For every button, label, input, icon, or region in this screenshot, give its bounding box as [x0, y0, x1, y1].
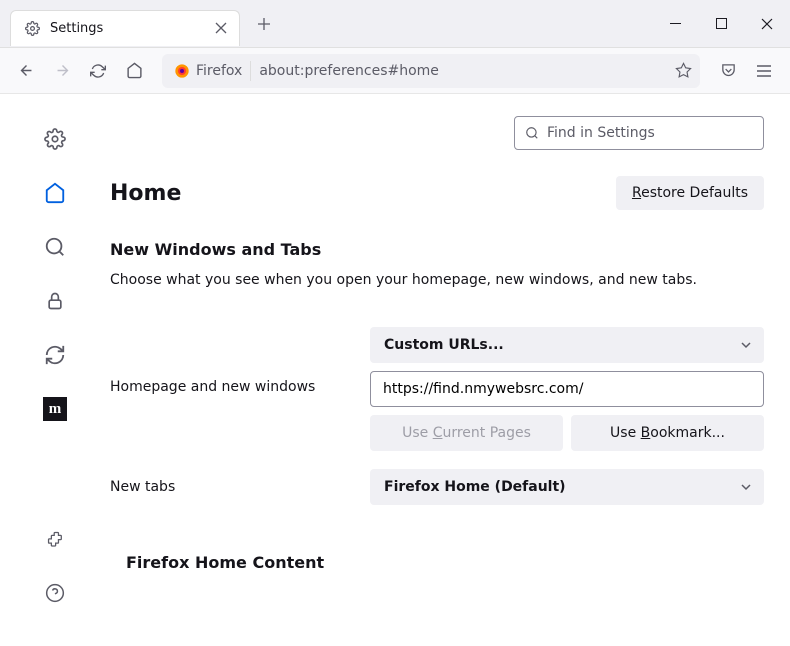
homepage-url-input[interactable]: [370, 371, 764, 407]
urlbar-identity[interactable]: Firefox: [170, 61, 251, 81]
gear-icon: [25, 21, 40, 36]
sidebar-item-help[interactable]: [40, 578, 70, 608]
back-button[interactable]: [10, 55, 42, 87]
find-in-settings[interactable]: [514, 116, 764, 150]
urlbar-text: about:preferences#home: [259, 63, 667, 79]
new-tab-button[interactable]: [250, 10, 278, 38]
sidebar-item-home[interactable]: [40, 178, 70, 208]
app-menu-button[interactable]: [748, 55, 780, 87]
navigation-toolbar: Firefox about:preferences#home: [0, 48, 790, 94]
restore-defaults-button[interactable]: Restore Defaults: [616, 176, 764, 210]
homepage-mode-select[interactable]: Custom URLs...: [370, 327, 764, 363]
reload-button[interactable]: [82, 55, 114, 87]
minimize-button[interactable]: [652, 5, 698, 43]
section-new-windows-desc: Choose what you see when you open your h…: [110, 271, 764, 291]
newtabs-label: New tabs: [110, 479, 360, 495]
home-button[interactable]: [118, 55, 150, 87]
m-icon: m: [43, 397, 67, 421]
bookmark-star-icon[interactable]: [675, 62, 692, 79]
newtabs-mode-select[interactable]: Firefox Home (Default): [370, 469, 764, 505]
sidebar-item-sync[interactable]: [40, 340, 70, 370]
close-tab-button[interactable]: [213, 20, 229, 36]
titlebar: Settings: [0, 0, 790, 48]
content-area: m Home Restore Defaults New Windows and …: [0, 94, 790, 646]
chevron-down-icon: [740, 481, 752, 493]
homepage-label: Homepage and new windows: [110, 327, 360, 395]
settings-main: Home Restore Defaults New Windows and Ta…: [110, 94, 790, 646]
settings-sidebar: m: [0, 94, 110, 646]
sidebar-item-privacy[interactable]: [40, 286, 70, 316]
forward-button[interactable]: [46, 55, 78, 87]
browser-tab[interactable]: Settings: [10, 10, 240, 46]
urlbar-identity-label: Firefox: [196, 63, 242, 79]
sidebar-item-general[interactable]: [40, 124, 70, 154]
newtabs-mode-value: Firefox Home (Default): [384, 479, 566, 495]
pocket-button[interactable]: [712, 55, 744, 87]
sidebar-item-extensions[interactable]: [40, 524, 70, 554]
chevron-down-icon: [740, 339, 752, 351]
homepage-mode-value: Custom URLs...: [384, 337, 504, 353]
section-firefox-home-content-title: Firefox Home Content: [126, 553, 764, 572]
use-current-pages-button[interactable]: Use Current Pages: [370, 415, 563, 451]
sidebar-item-search[interactable]: [40, 232, 70, 262]
page-title: Home: [110, 181, 181, 206]
close-window-button[interactable]: [744, 5, 790, 43]
tab-title: Settings: [50, 21, 203, 36]
sidebar-item-more[interactable]: m: [40, 394, 70, 424]
search-icon: [525, 126, 539, 140]
urlbar[interactable]: Firefox about:preferences#home: [162, 54, 700, 88]
window-controls: [652, 5, 790, 43]
maximize-button[interactable]: [698, 5, 744, 43]
section-new-windows-title: New Windows and Tabs: [110, 240, 764, 259]
find-in-settings-input[interactable]: [547, 125, 753, 141]
firefox-logo-icon: [174, 63, 190, 79]
use-bookmark-button[interactable]: Use Bookmark...: [571, 415, 764, 451]
